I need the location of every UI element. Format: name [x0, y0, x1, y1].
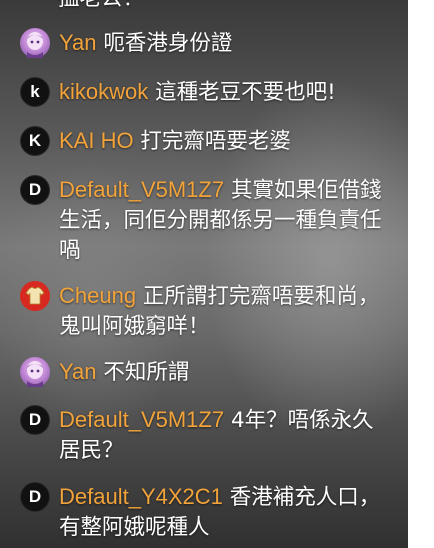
- message-body: 打完齋唔要老婆: [140, 129, 291, 154]
- message-text: Default_V5M1Z7 其實如果佢借錢生活，同佢分開都係另一種負責任喎: [59, 175, 393, 266]
- message-text: Default_V5M1Z7 4年？唔係永久居民？: [59, 405, 393, 466]
- anime-avatar[interactable]: [20, 357, 50, 387]
- letter-avatar[interactable]: D: [20, 482, 50, 512]
- message-text: Default_Y4X2C1 香港補充人口，有整阿娥呢種人: [59, 482, 393, 543]
- message-text: kikokwok 這種老豆不要也吧!: [59, 77, 393, 108]
- letter-avatar[interactable]: D: [20, 175, 50, 205]
- username[interactable]: Default_V5M1Z7: [59, 177, 224, 202]
- username[interactable]: Cheung: [59, 283, 136, 308]
- message-body: 不知所謂: [103, 360, 190, 385]
- message-text: Yan 呃香港身份證: [59, 28, 393, 59]
- anime-character-icon: [26, 361, 44, 387]
- anime-character-icon: [26, 32, 44, 58]
- message-body: 呃香港身份證: [103, 31, 233, 56]
- anime-avatar[interactable]: [20, 28, 50, 58]
- shirt-avatar[interactable]: [20, 281, 50, 311]
- letter-avatar[interactable]: k: [20, 77, 50, 107]
- username[interactable]: Default_V5M1Z7: [59, 407, 224, 432]
- chat-panel[interactable]: 搵老公！ Yan 呃香港身份證 k kikokwok 這種老豆不要也吧! K: [0, 0, 408, 548]
- message-text: Cheung 正所謂打完齋唔要和尚，鬼叫阿娥窮咩！: [59, 281, 393, 342]
- username[interactable]: KAI HO: [59, 128, 134, 153]
- username[interactable]: Yan: [59, 30, 97, 55]
- message-body: 這種老豆不要也吧!: [155, 80, 336, 105]
- partial-message-text: 搵老公！: [58, 0, 392, 14]
- letter-avatar[interactable]: D: [20, 405, 50, 435]
- username[interactable]: Default_Y4X2C1: [59, 484, 223, 509]
- letter-avatar[interactable]: K: [20, 126, 50, 156]
- live-chat-screen: 搵老公！ Yan 呃香港身份證 k kikokwok 這種老豆不要也吧! K: [0, 0, 434, 548]
- username[interactable]: kikokwok: [59, 79, 148, 104]
- message-text: Yan 不知所謂: [59, 357, 393, 388]
- message-text: KAI HO 打完齋唔要老婆: [59, 126, 393, 157]
- username[interactable]: Yan: [59, 359, 97, 384]
- right-margin: [408, 0, 434, 548]
- t-shirt-icon: [25, 286, 45, 305]
